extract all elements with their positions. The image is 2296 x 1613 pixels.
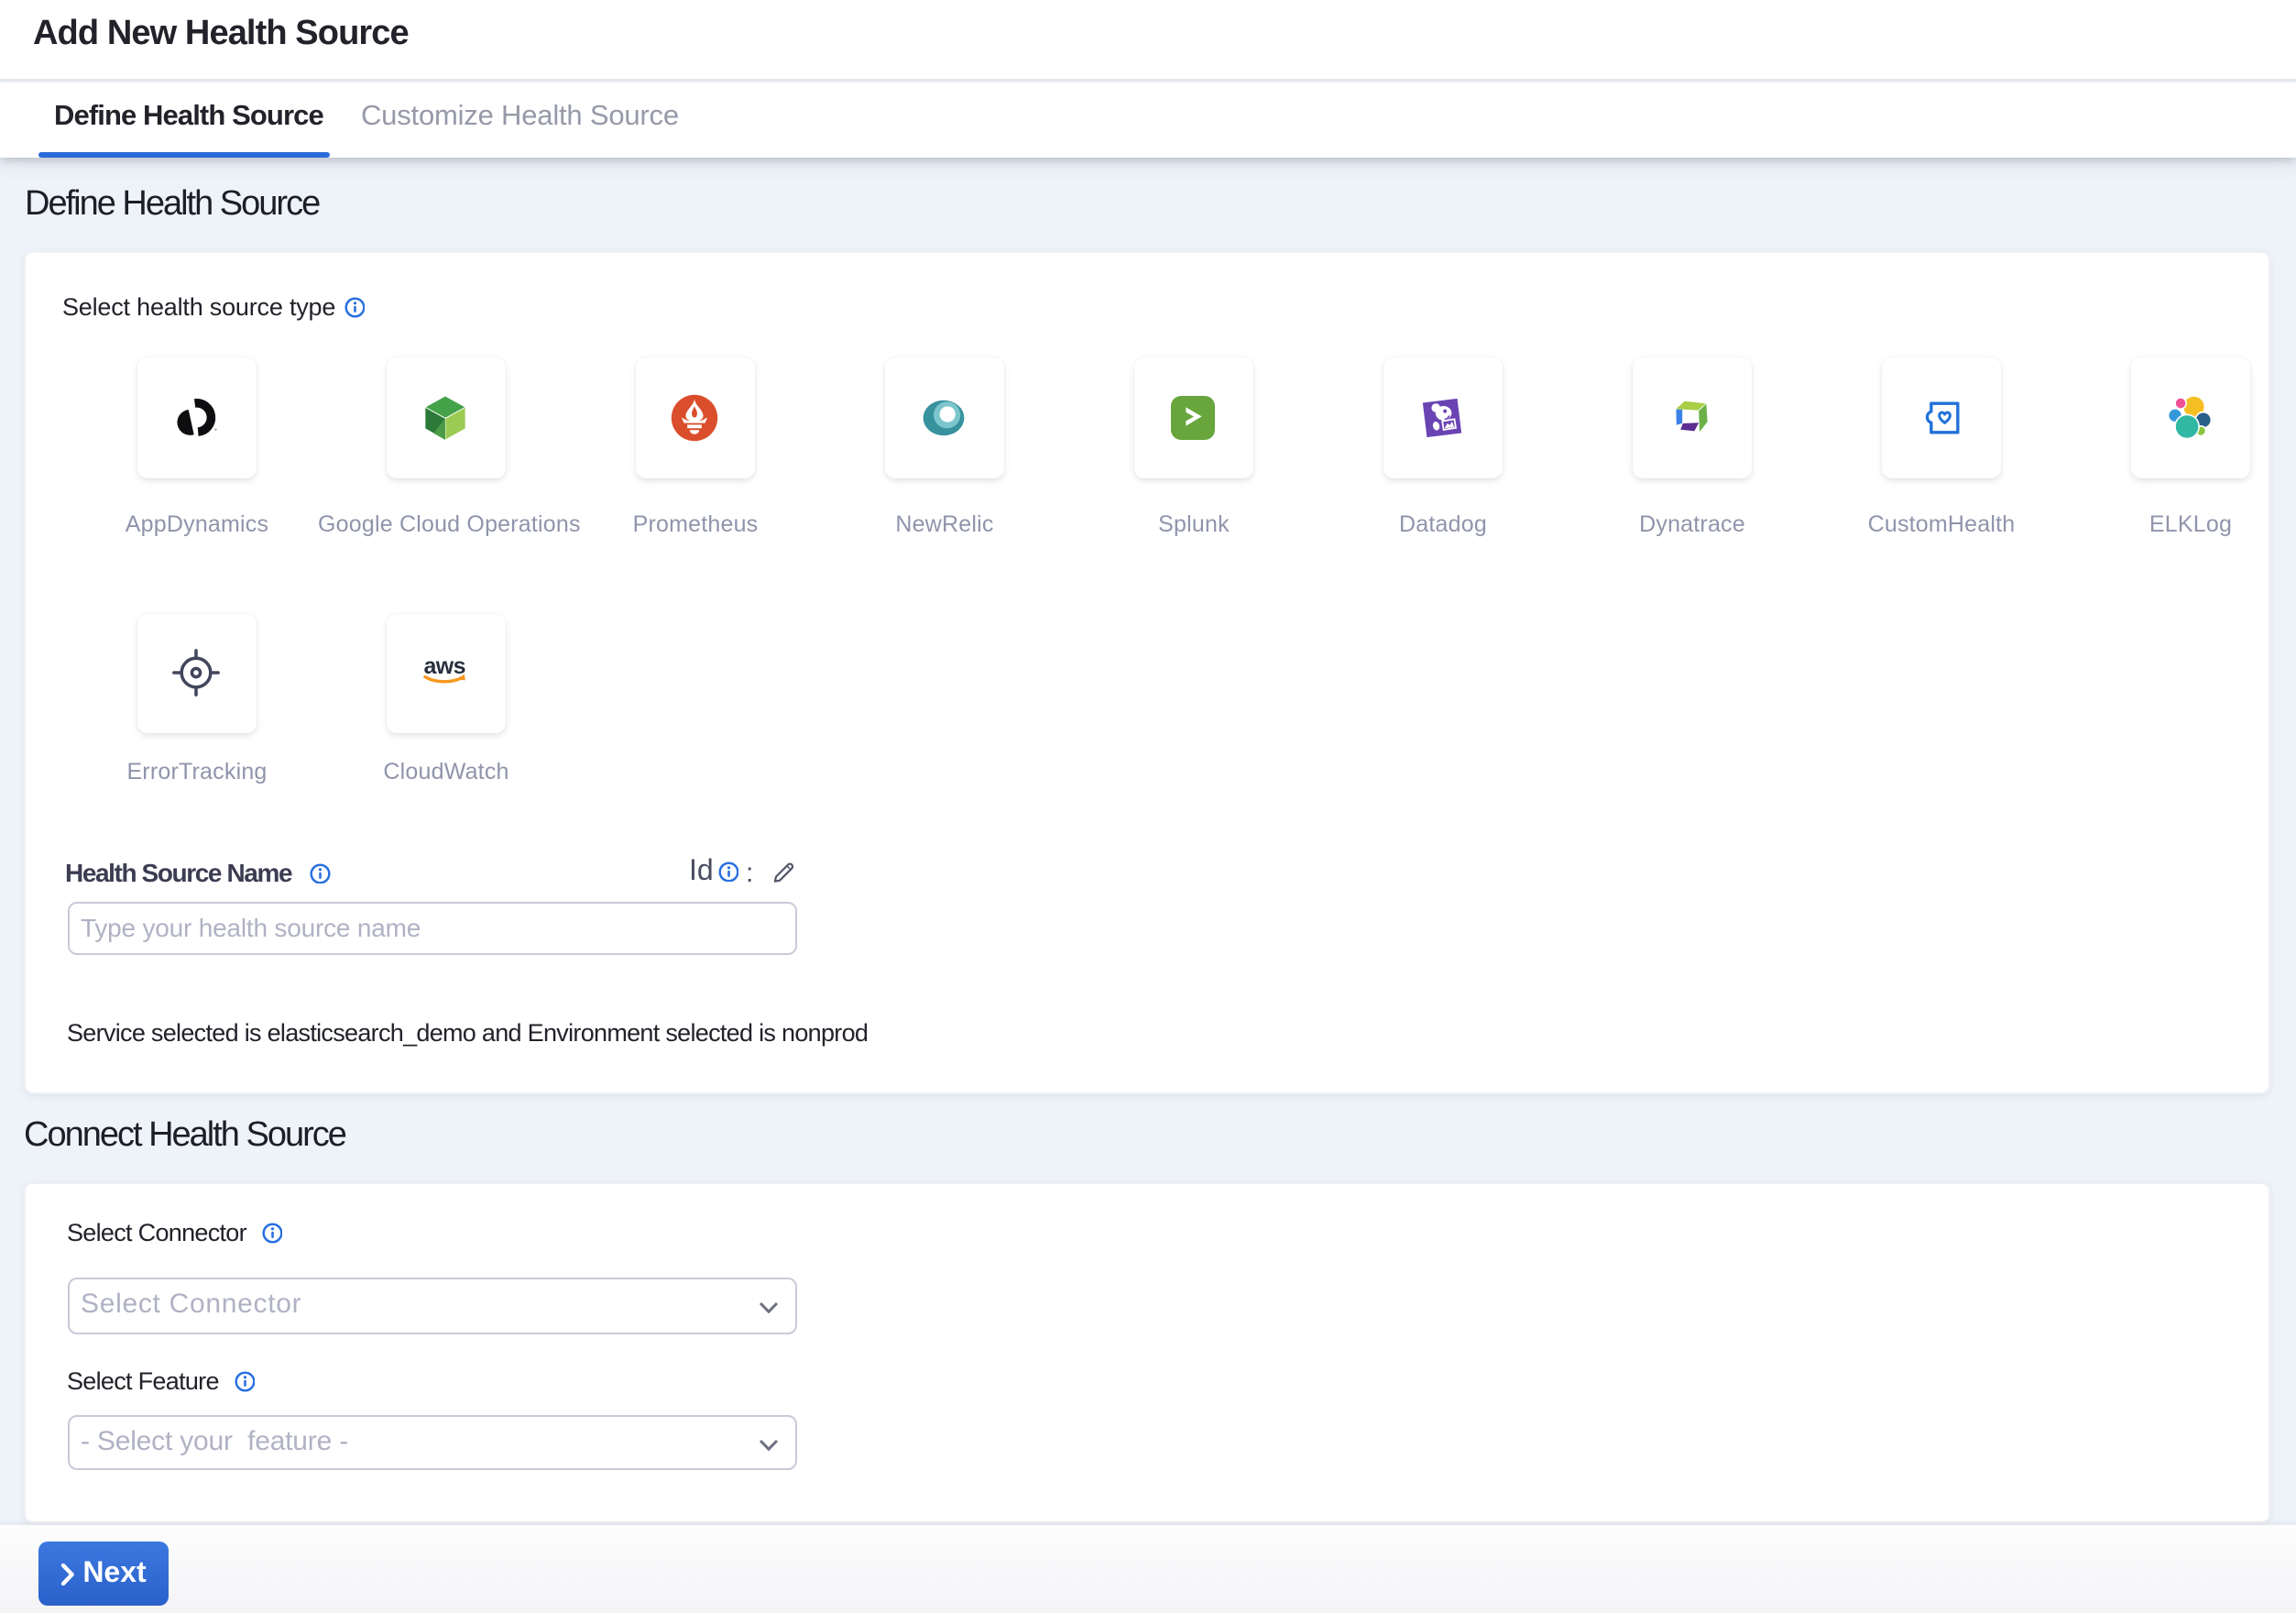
svg-text:aws: aws: [424, 655, 465, 680]
